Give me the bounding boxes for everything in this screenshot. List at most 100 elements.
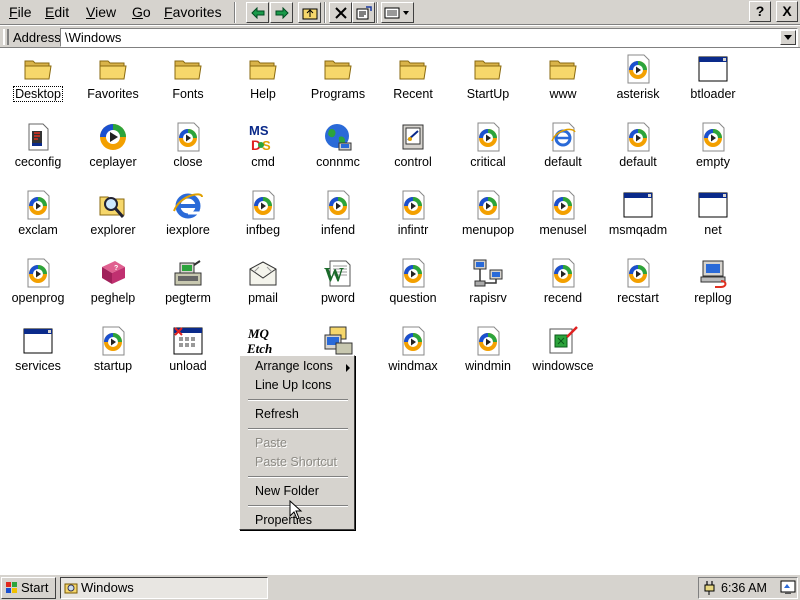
- address-value: \Windows: [65, 30, 122, 45]
- file-item-programs[interactable]: Programs: [300, 51, 376, 117]
- menu-item-new-folder[interactable]: New Folder: [255, 484, 319, 498]
- menu-separator: [248, 476, 348, 478]
- file-item-infintr[interactable]: infintr: [375, 187, 451, 253]
- menu-go[interactable]: Go: [132, 3, 151, 21]
- file-item-question[interactable]: question: [375, 255, 451, 321]
- file-item-label: iexplore: [166, 223, 210, 237]
- file-item-empty[interactable]: empty: [675, 119, 751, 185]
- file-item-peghelp[interactable]: ? peghelp: [75, 255, 151, 321]
- svg-text:?: ?: [114, 265, 118, 272]
- menu-item-refresh[interactable]: Refresh: [255, 407, 299, 421]
- file-item-connmc[interactable]: connmc: [300, 119, 376, 185]
- file-item-pmail[interactable]: pmail: [225, 255, 301, 321]
- file-item-help[interactable]: Help: [225, 51, 301, 117]
- file-item-ceplayer[interactable]: ceplayer: [75, 119, 151, 185]
- taskbar-item-windows[interactable]: Windows: [60, 577, 268, 599]
- file-item-asterisk[interactable]: asterisk: [600, 51, 676, 117]
- menu-item-properties[interactable]: Properties: [255, 513, 312, 527]
- sound-icon: [322, 189, 354, 221]
- file-item-favorites[interactable]: Favorites: [75, 51, 151, 117]
- address-dropdown-button[interactable]: [780, 30, 796, 45]
- file-item-close[interactable]: close: [150, 119, 226, 185]
- file-item-openprog[interactable]: openprog: [0, 255, 76, 321]
- file-item-infend[interactable]: infend: [300, 187, 376, 253]
- file-item-desktop[interactable]: Desktop: [0, 51, 76, 117]
- up-folder-button[interactable]: [298, 2, 321, 23]
- back-button[interactable]: [246, 2, 269, 23]
- menu-item-paste: Paste: [255, 436, 287, 450]
- file-item-services[interactable]: services: [0, 323, 76, 389]
- file-item-label: Help: [250, 87, 276, 101]
- delete-icon: [334, 6, 347, 19]
- sound-icon: [22, 189, 54, 221]
- file-item-windmin[interactable]: windmin: [450, 323, 526, 389]
- file-item-infbeg[interactable]: infbeg: [225, 187, 301, 253]
- file-item-iexplore[interactable]: iexplore: [150, 187, 226, 253]
- menu-favorites[interactable]: Favorites: [164, 3, 222, 21]
- power-plug-icon[interactable]: [703, 580, 717, 596]
- file-item-repllog[interactable]: repllog: [675, 255, 751, 321]
- forward-button[interactable]: [270, 2, 293, 23]
- desktop-icon-button[interactable]: [780, 579, 796, 595]
- file-item-startup[interactable]: StartUp: [450, 51, 526, 117]
- file-item-unload[interactable]: unload: [150, 323, 226, 389]
- wizard-icon: [322, 325, 354, 357]
- file-item-label: Favorites: [87, 87, 139, 101]
- delete-button[interactable]: [329, 2, 352, 23]
- sound-icon: [397, 325, 429, 357]
- address-bar-grip[interactable]: [3, 29, 9, 45]
- file-item-exclam[interactable]: exclam: [0, 187, 76, 253]
- help-button[interactable]: ?: [749, 1, 771, 22]
- file-item-recstart[interactable]: recstart: [600, 255, 676, 321]
- sound-icon: [247, 189, 279, 221]
- file-item-label: infbeg: [245, 223, 281, 237]
- file-item-label: unload: [169, 359, 207, 373]
- address-input[interactable]: \Windows: [60, 28, 798, 47]
- file-item-msmqadm[interactable]: msmqadm: [600, 187, 676, 253]
- file-item-cmd[interactable]: MS D S cmd: [225, 119, 301, 185]
- menu-item-line-up-icons[interactable]: Line Up Icons: [255, 378, 331, 392]
- file-item-net[interactable]: net: [675, 187, 751, 253]
- file-item-btloader[interactable]: btloader: [675, 51, 751, 117]
- menu-view[interactable]: View: [86, 3, 116, 21]
- file-item-windmax[interactable]: windmax: [375, 323, 451, 389]
- file-item-fonts[interactable]: Fonts: [150, 51, 226, 117]
- menu-item-arrange-icons[interactable]: Arrange Icons: [255, 359, 333, 373]
- file-item-www[interactable]: www: [525, 51, 601, 117]
- close-button[interactable]: X: [776, 1, 798, 22]
- sound-icon: [547, 189, 579, 221]
- file-item-label: asterisk: [616, 87, 660, 101]
- search-folder-icon: [97, 189, 129, 221]
- file-item-explorer[interactable]: explorer: [75, 187, 151, 253]
- file-item-recent[interactable]: Recent: [375, 51, 451, 117]
- file-item-default[interactable]: default: [525, 119, 601, 185]
- sound-icon: [697, 121, 729, 153]
- file-item-rapisrv[interactable]: rapisrv: [450, 255, 526, 321]
- file-item-menupop[interactable]: menupop: [450, 187, 526, 253]
- properties-button[interactable]: [352, 2, 375, 23]
- file-item-label: repllog: [694, 291, 732, 305]
- file-item-default[interactable]: default: [600, 119, 676, 185]
- file-list-view[interactable]: Desktop Favorites Fonts Help Programs Recent S…: [0, 49, 800, 574]
- file-item-menusel[interactable]: menusel: [525, 187, 601, 253]
- file-item-recend[interactable]: recend: [525, 255, 601, 321]
- file-item-label: Fonts: [172, 87, 204, 101]
- clock[interactable]: 6:36 AM: [721, 581, 767, 595]
- folder-icon: [97, 53, 129, 85]
- file-item-startup[interactable]: startup: [75, 323, 151, 389]
- menu-edit[interactable]: Edit: [45, 3, 69, 21]
- file-item-pegterm[interactable]: pegterm: [150, 255, 226, 321]
- file-item-label: recend: [543, 291, 583, 305]
- menu-separator: [248, 399, 348, 401]
- address-bar: Address \Windows: [0, 26, 800, 48]
- file-item-ceconfig[interactable]: ceconfig: [0, 119, 76, 185]
- file-item-label: btloader: [690, 87, 736, 101]
- menu-file[interactable]: File: [9, 3, 32, 21]
- file-item-critical[interactable]: critical: [450, 119, 526, 185]
- views-button[interactable]: [381, 2, 414, 23]
- file-item-label: infintr: [397, 223, 429, 237]
- file-item-pword[interactable]: Wpword: [300, 255, 376, 321]
- file-item-windowsce[interactable]: windowsce: [525, 323, 601, 389]
- file-item-control[interactable]: control: [375, 119, 451, 185]
- start-button[interactable]: Start: [1, 577, 56, 599]
